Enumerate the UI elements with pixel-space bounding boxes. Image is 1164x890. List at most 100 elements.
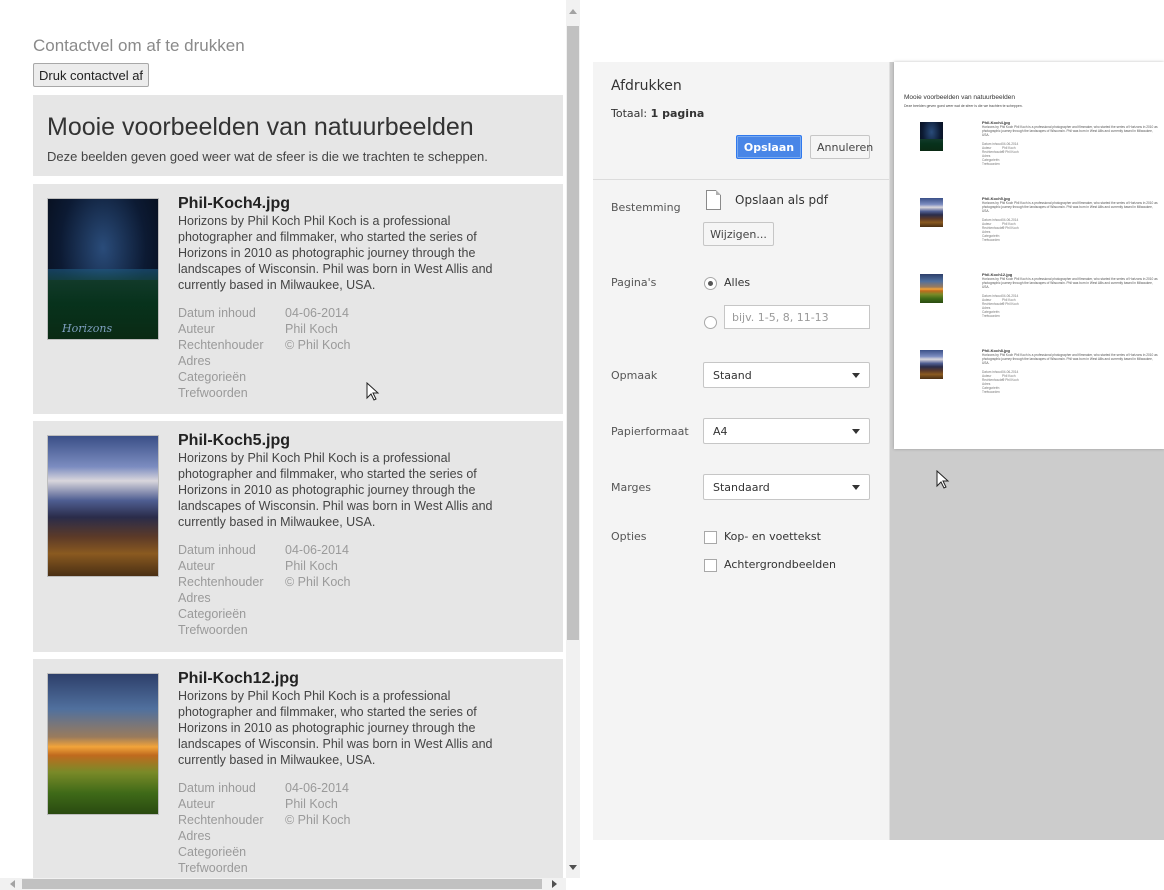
page-heading: Mooie voorbeelden van natuurbeelden xyxy=(47,113,474,141)
sheet-header: Mooie voorbeelden van natuurbeelden Deze… xyxy=(33,95,563,176)
meta-label-copyright: Rechtenhouder xyxy=(178,575,264,589)
meta-value-date: 04-06-2014 xyxy=(285,543,349,557)
meta-label-date: Datum inhoud xyxy=(178,543,256,557)
pages-label: Pagina's xyxy=(611,276,657,289)
meta-label-categories: Categorieën xyxy=(178,370,247,384)
preview-meta-label: Trefwoorden xyxy=(982,314,1000,318)
preview-entry: Phil-Koch4.jpg Horizons by Phil Koch Phi… xyxy=(920,120,1160,192)
mouse-cursor-icon xyxy=(936,470,950,489)
meta-value-author: Phil Koch xyxy=(285,797,338,811)
meta-value-copyright: © Phil Koch xyxy=(285,338,351,352)
background-images-label: Achtergrondbeelden xyxy=(724,558,837,571)
pages-range-input[interactable] xyxy=(724,305,870,329)
preview-meta-value: © Phil Koch xyxy=(1002,226,1019,230)
scroll-left-icon[interactable] xyxy=(10,880,15,888)
meta-value-date: 04-06-2014 xyxy=(285,306,349,320)
preview-subheading: Deze beelden geven goed weer wat de sfee… xyxy=(904,104,1023,108)
change-destination-button[interactable]: Wijzigen... xyxy=(703,222,774,246)
photo-card: Horizons Phil-Koch4.jpg Horizons by Phil… xyxy=(33,184,563,414)
preview-metadata: Datum inhoud 04-06-2014 Auteur Phil Koch R… xyxy=(982,218,1019,242)
page-total: Totaal: 1 pagina xyxy=(611,107,704,120)
photo-thumbnail xyxy=(47,435,159,577)
chevron-down-icon xyxy=(852,429,860,434)
divider xyxy=(593,179,889,180)
meta-value-date: 04-06-2014 xyxy=(285,781,349,795)
meta-value-author: Phil Koch xyxy=(285,322,338,336)
layout-label: Opmaak xyxy=(611,369,658,382)
preview-entry: Phil-Koch12.jpg Horizons by Phil Koch Ph… xyxy=(920,272,1160,344)
destination-label: Bestemming xyxy=(611,201,681,214)
meta-label-categories: Categorieën xyxy=(178,845,247,859)
preview-metadata: Datum inhoud 04-06-2014 Auteur Phil Koch R… xyxy=(982,294,1019,318)
pdf-file-icon xyxy=(706,190,721,210)
meta-value-copyright: © Phil Koch xyxy=(285,575,351,589)
photo-filename: Phil-Koch4.jpg xyxy=(178,195,290,212)
meta-label-author: Auteur xyxy=(178,322,215,336)
background-images-checkbox[interactable] xyxy=(704,559,717,572)
save-button[interactable]: Opslaan xyxy=(736,135,802,159)
header-footer-label: Kop- en voettekst xyxy=(724,530,821,543)
horizontal-scrollbar[interactable] xyxy=(0,878,566,890)
mouse-cursor-icon xyxy=(366,382,380,401)
margins-label: Marges xyxy=(611,481,652,494)
photo-card: Phil-Koch12.jpg Horizons by Phil Koch Ph… xyxy=(33,659,563,878)
page-subheading: Deze beelden geven goed weer wat de sfee… xyxy=(47,149,488,164)
photo-metadata: Datum inhoud 04-06-2014 Auteur Phil Koch R… xyxy=(178,780,351,876)
layout-select[interactable]: Staand xyxy=(703,362,870,388)
photo-description: Horizons by Phil Koch Phil Koch is a pro… xyxy=(178,451,493,529)
chevron-down-icon xyxy=(852,485,860,490)
pages-all-label: Alles xyxy=(724,276,751,289)
meta-label-keywords: Trefwoorden xyxy=(178,386,248,400)
preview-description: Horizons by Phil Koch Phil Koch is a pro… xyxy=(982,277,1158,289)
preview-entry: Phil-Koch5.jpg Horizons by Phil Koch Phi… xyxy=(920,196,1160,268)
vertical-scrollbar[interactable] xyxy=(566,0,580,878)
print-dialog: Afdrukken Totaal: 1 pagina Opslaan Annul… xyxy=(593,62,890,840)
preview-meta-value: © Phil Koch xyxy=(1002,378,1019,382)
dialog-title: Afdrukken xyxy=(611,78,682,94)
margins-select[interactable]: Standaard xyxy=(703,474,870,500)
photo-thumbnail: Horizons xyxy=(47,198,159,340)
meta-label-author: Auteur xyxy=(178,797,215,811)
header-footer-checkbox[interactable] xyxy=(704,531,717,544)
scrollbar-thumb[interactable] xyxy=(567,26,579,640)
preview-thumbnail xyxy=(920,122,943,151)
meta-label-keywords: Trefwoorden xyxy=(178,623,248,637)
thumbnail-caption: Horizons xyxy=(62,322,113,335)
scroll-up-icon[interactable] xyxy=(569,9,577,14)
preview-page: Mooie voorbeelden van natuurbeelden Deze… xyxy=(894,62,1164,449)
meta-label-address: Adres xyxy=(178,829,211,843)
preview-description: Horizons by Phil Koch Phil Koch is a pro… xyxy=(982,201,1158,213)
paper-size-select[interactable]: A4 xyxy=(703,418,870,444)
photo-filename: Phil-Koch5.jpg xyxy=(178,432,290,449)
total-value: 1 pagina xyxy=(650,107,705,120)
meta-value-copyright: © Phil Koch xyxy=(285,813,351,827)
meta-value-author: Phil Koch xyxy=(285,559,338,573)
meta-label-copyright: Rechtenhouder xyxy=(178,813,264,827)
photo-metadata: Datum inhoud 04-06-2014 Auteur Phil Koch R… xyxy=(178,542,351,638)
print-contact-sheet-button[interactable]: Druk contactvel af xyxy=(33,63,150,87)
preview-description: Horizons by Phil Koch Phil Koch is a pro… xyxy=(982,353,1158,365)
scrollbar-thumb[interactable] xyxy=(22,879,542,889)
options-label: Opties xyxy=(611,530,647,543)
meta-label-copyright: Rechtenhouder xyxy=(178,338,264,352)
scroll-down-icon[interactable] xyxy=(569,865,577,870)
sheet-title: Contactvel om af te drukken xyxy=(33,36,245,55)
photo-description: Horizons by Phil Koch Phil Koch is a pro… xyxy=(178,689,493,767)
meta-label-address: Adres xyxy=(178,591,211,605)
photo-description: Horizons by Phil Koch Phil Koch is a pro… xyxy=(178,214,493,292)
preview-heading: Mooie voorbeelden van natuurbeelden xyxy=(904,94,1015,101)
total-label: Totaal: xyxy=(611,107,648,120)
preview-metadata: Datum inhoud 04-06-2014 Auteur Phil Koch R… xyxy=(982,370,1019,394)
preview-meta-value: © Phil Koch xyxy=(1002,150,1019,154)
chevron-down-icon xyxy=(852,373,860,378)
preview-description: Horizons by Phil Koch Phil Koch is a pro… xyxy=(982,125,1158,137)
photo-filename: Phil-Koch12.jpg xyxy=(178,670,299,687)
preview-metadata: Datum inhoud 04-06-2014 Auteur Phil Koch R… xyxy=(982,142,1019,166)
cancel-button[interactable]: Annuleren xyxy=(810,135,873,159)
preview-thumbnail xyxy=(920,350,943,379)
meta-label-keywords: Trefwoorden xyxy=(178,861,248,875)
pages-all-radio[interactable] xyxy=(704,277,717,290)
pages-custom-radio[interactable] xyxy=(704,316,717,329)
scroll-right-icon[interactable] xyxy=(552,880,557,888)
meta-label-categories: Categorieën xyxy=(178,607,247,621)
